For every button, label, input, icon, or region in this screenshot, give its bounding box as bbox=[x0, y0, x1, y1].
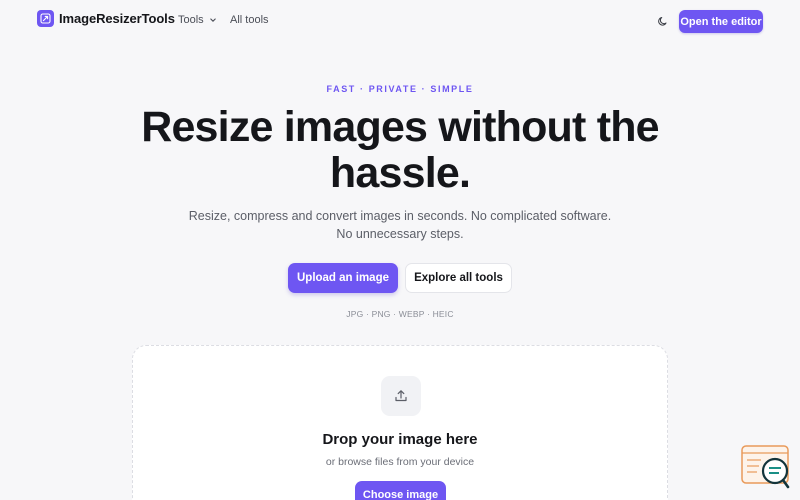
explore-tools-button[interactable]: Explore all tools bbox=[405, 263, 512, 293]
brand-logo[interactable]: ImageResizerTools bbox=[37, 10, 175, 27]
hero-description-line-2: No unnecessary steps. bbox=[336, 227, 464, 241]
hero-eyebrow: FAST · PRIVATE · SIMPLE bbox=[326, 84, 474, 94]
upload-icon bbox=[381, 376, 421, 416]
chevron-down-icon bbox=[209, 18, 216, 22]
choose-image-button[interactable]: Choose image bbox=[355, 481, 446, 500]
nav-tools-menu[interactable]: Tools bbox=[178, 14, 217, 26]
help-chat-icon[interactable] bbox=[741, 445, 791, 490]
brand-name: ImageResizerTools bbox=[59, 11, 175, 26]
open-editor-button[interactable]: Open the editor bbox=[679, 10, 763, 33]
logo-icon bbox=[37, 10, 54, 27]
page-title: Resize images without the hassle. bbox=[141, 103, 659, 197]
drop-zone-subtitle: or browse files from your device bbox=[325, 456, 475, 468]
supported-formats: JPG · PNG · WEBP · HEIC bbox=[346, 309, 454, 319]
site-header: ImageResizerTools Tools All tools Open t… bbox=[0, 0, 800, 42]
hero-description-line-1: Resize, compress and convert images in s… bbox=[188, 209, 612, 223]
image-drop-zone[interactable]: Drop your image here or browse files fro… bbox=[132, 345, 668, 500]
drop-zone-title: Drop your image here bbox=[322, 431, 478, 448]
nav-all-tools-link[interactable]: All tools bbox=[230, 14, 269, 26]
upload-image-button[interactable]: Upload an image bbox=[288, 263, 398, 293]
nav-tools-label: Tools bbox=[178, 14, 204, 26]
hero-description: Resize, compress and convert images in s… bbox=[150, 207, 650, 243]
theme-toggle-button[interactable] bbox=[654, 13, 670, 29]
moon-icon bbox=[657, 16, 666, 26]
